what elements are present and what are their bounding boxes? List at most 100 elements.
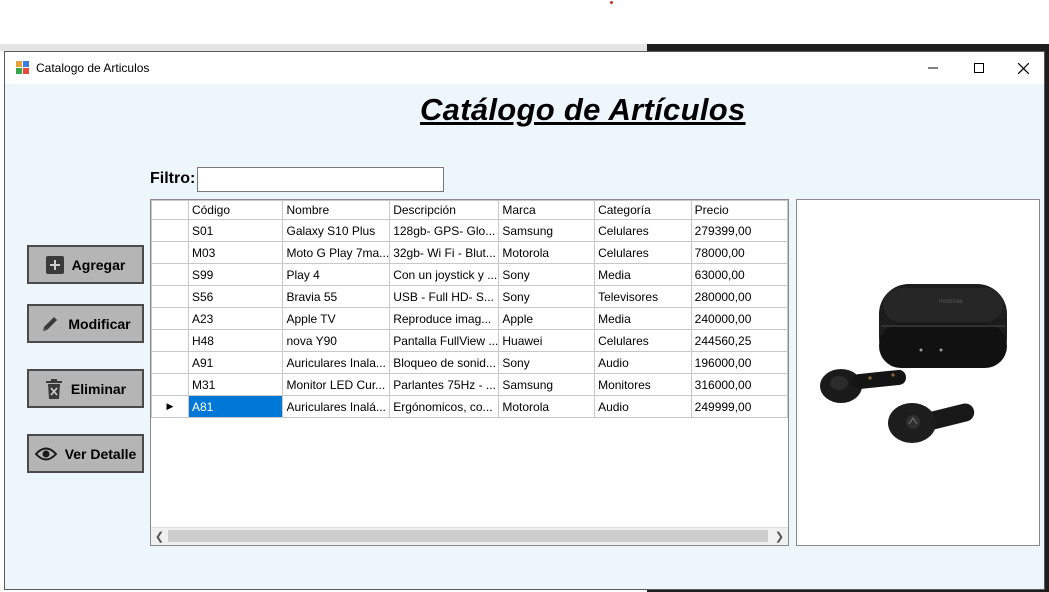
row-header-cell[interactable]: ▶ [151,395,189,418]
table-cell[interactable]: Celulares [594,329,692,352]
table-cell[interactable]: Reproduce imag... [389,307,500,330]
row-header-cell[interactable] [151,307,189,330]
table-cell[interactable]: Play 4 [282,263,391,286]
table-cell[interactable]: USB - Full HD- S... [389,285,500,308]
table-cell[interactable]: 63000,00 [690,263,788,286]
scroll-thumb[interactable] [168,530,768,542]
table-cell[interactable]: A91 [187,351,284,374]
table-cell[interactable]: M03 [187,241,284,264]
column-header-categoria[interactable]: Categoría [594,200,692,220]
table-cell[interactable]: 32gb- Wi Fi - Blut... [389,241,500,264]
table-cell[interactable]: Apple TV [282,307,391,330]
table-cell[interactable]: Parlantes 75Hz - ... [389,373,500,396]
table-cell[interactable]: H48 [187,329,284,352]
table-cell[interactable]: Samsung [498,219,596,242]
articles-table: Código Nombre Descripción Marca Categorí… [151,200,788,418]
table-row[interactable]: H48 nova Y90 Pantalla FullView ... Huawei Ce… [151,329,788,352]
column-header-marca[interactable]: Marca [498,200,596,220]
catalog-window: Catalogo de Articulos Catálogo de Artícu… [4,51,1045,590]
table-cell[interactable]: Audio [594,395,692,418]
table-cell[interactable]: Motorola [498,241,596,264]
filter-label: Filtro: [150,170,196,187]
table-cell[interactable]: S99 [187,263,284,286]
table-cell[interactable]: Media [594,307,692,330]
column-header-nombre[interactable]: Nombre [282,200,391,220]
table-cell[interactable]: Huawei [498,329,596,352]
table-cell[interactable]: Sony [498,285,596,308]
table-cell[interactable]: Monitor LED Cur... [282,373,391,396]
table-cell[interactable]: Audio [594,351,692,374]
table-cell[interactable]: Motorola [498,395,596,418]
table-cell[interactable]: Galaxy S10 Plus [282,219,391,242]
delete-button[interactable]: Eliminar [27,369,144,408]
row-header-cell[interactable] [151,219,189,242]
table-cell[interactable]: Auriculares Inalá... [282,395,391,418]
table-cell[interactable]: Sony [498,263,596,286]
table-cell[interactable]: 244560,25 [690,329,788,352]
table-cell[interactable]: Monitores [594,373,692,396]
table-row[interactable]: S99 Play 4 Con un joystick y ... Sony Media 6… [151,263,788,286]
table-cell[interactable]: 279399,00 [690,219,788,242]
table-cell[interactable]: S56 [187,285,284,308]
maximize-button[interactable] [956,52,1002,84]
view-detail-button[interactable]: Ver Detalle [27,434,144,473]
table-cell[interactable]: M31 [187,373,284,396]
horizontal-scrollbar[interactable]: ❮ ❯ [151,527,788,545]
articles-grid[interactable]: Código Nombre Descripción Marca Categorí… [150,199,789,546]
add-button[interactable]: Agregar [27,245,144,284]
row-header-cell[interactable] [151,241,189,264]
table-row[interactable]: M03 Moto G Play 7ma... 32gb- Wi Fi - Blut.… [151,241,788,264]
table-row[interactable]: ▶ A81 Auriculares Inalá... Ergónomicos, co.… [151,395,788,418]
table-cell[interactable]: Auriculares Inala... [282,351,391,374]
table-cell[interactable]: A23 [187,307,284,330]
table-cell[interactable]: Ergónomicos, co... [389,395,500,418]
table-cell[interactable]: Bloqueo de sonid... [389,351,500,374]
row-header-cell[interactable] [151,351,189,374]
product-image-box: motorola [796,199,1040,546]
table-row[interactable]: A23 Apple TV Reproduce imag... Apple Media 24… [151,307,788,330]
table-cell[interactable]: Moto G Play 7ma... [282,241,391,264]
table-cell[interactable]: 280000,00 [690,285,788,308]
scroll-left-icon[interactable]: ❮ [151,528,168,545]
table-cell[interactable]: Televisores [594,285,692,308]
row-header-corner [151,200,189,220]
table-cell[interactable]: Apple [498,307,596,330]
table-cell[interactable]: 316000,00 [690,373,788,396]
column-header-descripcion[interactable]: Descripción [389,200,500,220]
scroll-right-icon[interactable]: ❯ [771,528,788,545]
table-cell[interactable]: Media [594,263,692,286]
table-cell[interactable]: A81 [187,395,284,418]
table-cell[interactable]: 240000,00 [690,307,788,330]
table-row[interactable]: S56 Bravia 55 USB - Full HD- S... Sony Telev… [151,285,788,308]
table-cell[interactable]: Pantalla FullView ... [389,329,500,352]
table-cell[interactable]: 78000,00 [690,241,788,264]
eye-icon [34,447,57,460]
table-cell[interactable]: Con un joystick y ... [389,263,500,286]
table-cell[interactable]: Celulares [594,219,692,242]
page-title: Catálogo de Artículos [420,92,746,127]
table-cell[interactable]: 249999,00 [690,395,788,418]
row-header-cell[interactable] [151,263,189,286]
maximize-icon [974,63,984,73]
column-header-precio[interactable]: Precio [690,200,788,220]
table-cell[interactable]: Bravia 55 [282,285,391,308]
modify-button[interactable]: Modificar [27,304,144,343]
table-cell[interactable]: nova Y90 [282,329,391,352]
filter-input[interactable] [197,167,444,192]
table-cell[interactable]: S01 [187,219,284,242]
table-row[interactable]: S01 Galaxy S10 Plus 128gb- GPS- Glo... Sams… [151,219,788,242]
column-header-codigo[interactable]: Código [187,200,284,220]
minimize-button[interactable] [910,52,956,84]
table-row[interactable]: A91 Auriculares Inala... Bloqueo de sonid.… [151,351,788,374]
table-cell[interactable]: 196000,00 [690,351,788,374]
table-cell[interactable]: 128gb- GPS- Glo... [389,219,500,242]
row-header-cell[interactable] [151,329,189,352]
table-cell[interactable]: Samsung [498,373,596,396]
table-cell[interactable]: Sony [498,351,596,374]
background-window-strip [0,44,647,51]
row-header-cell[interactable] [151,373,189,396]
close-button[interactable] [1000,52,1046,84]
row-header-cell[interactable] [151,285,189,308]
table-row[interactable]: M31 Monitor LED Cur... Parlantes 75Hz - ..… [151,373,788,396]
table-cell[interactable]: Celulares [594,241,692,264]
